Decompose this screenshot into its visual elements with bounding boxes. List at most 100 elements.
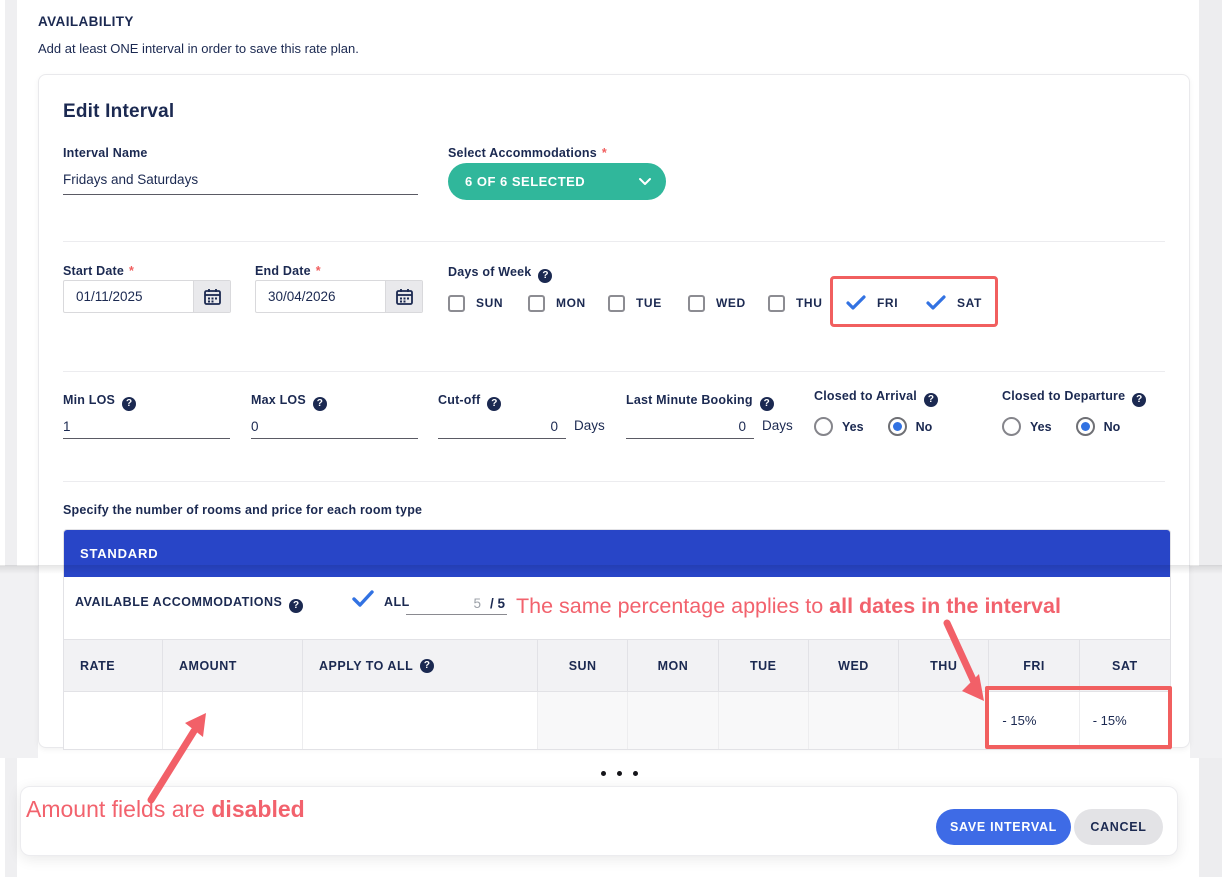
cut-off-input[interactable]: 0 (438, 411, 566, 439)
end-date-input[interactable]: 30/04/2026 (255, 280, 423, 313)
column-header-amount: AMOUNT (163, 640, 303, 692)
radio-icon (1002, 417, 1021, 436)
start-date-calendar-button[interactable] (193, 281, 230, 312)
percentage-annotation: The same percentage applies to all dates… (516, 594, 1061, 619)
all-check-icon[interactable] (352, 590, 374, 608)
rooms-instruction: Specify the number of rooms and price fo… (63, 503, 422, 517)
max-los-input[interactable]: 0 (251, 411, 418, 439)
checkbox-icon (768, 295, 785, 312)
day-label: WED (716, 296, 746, 310)
cut-off-suffix: Days (574, 418, 605, 433)
cell-tue[interactable] (719, 692, 809, 749)
available-accommodations-total: / 5 (490, 596, 505, 611)
calendar-icon (396, 288, 413, 305)
cell-sun[interactable] (538, 692, 628, 749)
column-header-tue: TUE (719, 640, 809, 692)
day-label: THU (796, 296, 822, 310)
help-icon[interactable]: ? (420, 659, 434, 673)
radio-label: Yes (1030, 420, 1052, 434)
last-minute-booking-suffix: Days (762, 418, 793, 433)
day-checkbox-thu[interactable]: THU (768, 291, 822, 315)
cancel-button[interactable]: CANCEL (1074, 809, 1163, 845)
cell-mon[interactable] (628, 692, 718, 749)
max-los-label: Max LOS? (251, 393, 327, 411)
amount-annotation: Amount fields are disabled (26, 796, 305, 823)
column-header-label: THU (930, 659, 957, 673)
day-checkbox-mon[interactable]: MON (528, 291, 586, 315)
fri-sat-highlight-box (830, 276, 998, 327)
cut-off-label: Cut-off? (438, 393, 501, 411)
start-date-input[interactable]: 01/11/2025 (63, 280, 231, 313)
day-checkbox-sun[interactable]: SUN (448, 291, 503, 315)
column-header-wed: WED (809, 640, 899, 692)
checkbox-icon (608, 295, 625, 312)
help-icon[interactable]: ? (1132, 393, 1146, 407)
day-checkbox-tue[interactable]: TUE (608, 291, 662, 315)
radio-icon (814, 417, 833, 436)
chevron-down-icon (638, 177, 652, 186)
closed-to-arrival-radio-group: Yes No (814, 417, 956, 436)
column-header-thu: THU (899, 640, 989, 692)
column-header-label: APPLY TO ALL (319, 659, 413, 673)
availability-page: AVAILABILITY Add at least ONE interval i… (0, 0, 1222, 877)
start-date-value: 01/11/2025 (64, 281, 193, 312)
column-header-fri: FRI (989, 640, 1079, 692)
card-title: Edit Interval (63, 101, 174, 123)
end-date-calendar-button[interactable] (385, 281, 422, 312)
divider (63, 371, 1165, 372)
required-asterisk: * (316, 264, 321, 278)
column-header-sun: SUN (538, 640, 628, 692)
closed-to-arrival-no-radio[interactable]: No (888, 417, 933, 436)
column-header-label: TUE (750, 659, 777, 673)
calendar-icon (204, 288, 221, 305)
column-header-rate: RATE (64, 640, 163, 692)
section-title: AVAILABILITY (38, 14, 134, 29)
min-los-input[interactable]: 1 (63, 411, 230, 439)
cell-rate (64, 692, 163, 749)
day-checkbox-wed[interactable]: WED (688, 291, 746, 315)
edit-interval-card: Edit Interval Interval Name Fridays and … (38, 74, 1190, 748)
radio-icon (1076, 417, 1095, 436)
cell-amount (163, 692, 303, 749)
divider (63, 241, 1165, 242)
column-header-sat: SAT (1080, 640, 1170, 692)
cell-apply-to-all (303, 692, 538, 749)
interval-name-input[interactable]: Fridays and Saturdays (63, 167, 418, 195)
accommodations-dropdown[interactable]: 6 OF 6 SELECTED (448, 163, 666, 200)
closed-to-departure-label: Closed to Departure? (1002, 389, 1146, 407)
closed-to-departure-yes-radio[interactable]: Yes (1002, 417, 1052, 436)
required-asterisk: * (602, 146, 607, 160)
column-header-label: FRI (1023, 659, 1045, 673)
last-minute-booking-input[interactable]: 0 (626, 411, 754, 439)
days-of-week-label: Days of Week? (448, 265, 552, 283)
column-header-mon: MON (628, 640, 718, 692)
help-icon[interactable]: ? (760, 397, 774, 411)
rates-table-header: RATE AMOUNT APPLY TO ALL? SUN MON TUE WED THU FR… (64, 640, 1170, 692)
available-accommodations-label: AVAILABLE ACCOMMODATIONS? (75, 595, 303, 613)
available-accommodations-input[interactable]: 5 / 5 (406, 585, 507, 615)
help-icon[interactable]: ? (487, 397, 501, 411)
cell-thu[interactable] (899, 692, 989, 749)
save-interval-button[interactable]: SAVE INTERVAL (936, 809, 1071, 845)
help-icon[interactable]: ? (924, 393, 938, 407)
cell-wed[interactable] (809, 692, 899, 749)
help-icon[interactable]: ? (313, 397, 327, 411)
min-los-label: Min LOS? (63, 393, 136, 411)
select-accommodations-label: Select Accommodations* (448, 146, 607, 160)
divider (63, 481, 1165, 482)
day-label: SUN (476, 296, 503, 310)
start-date-label: Start Date* (63, 264, 134, 278)
column-header-label: RATE (80, 659, 115, 673)
closed-to-departure-no-radio[interactable]: No (1076, 417, 1121, 436)
help-icon[interactable]: ? (289, 599, 303, 613)
help-icon[interactable]: ? (122, 397, 136, 411)
left-gutter (0, 566, 38, 758)
radio-label: No (916, 420, 933, 434)
help-icon[interactable]: ? (538, 269, 552, 283)
column-header-label: SUN (569, 659, 597, 673)
closed-to-departure-radio-group: Yes No (1002, 417, 1144, 436)
closed-to-arrival-yes-radio[interactable]: Yes (814, 417, 864, 436)
checkbox-icon (448, 295, 465, 312)
day-label: TUE (636, 296, 662, 310)
day-label: MON (556, 296, 586, 310)
